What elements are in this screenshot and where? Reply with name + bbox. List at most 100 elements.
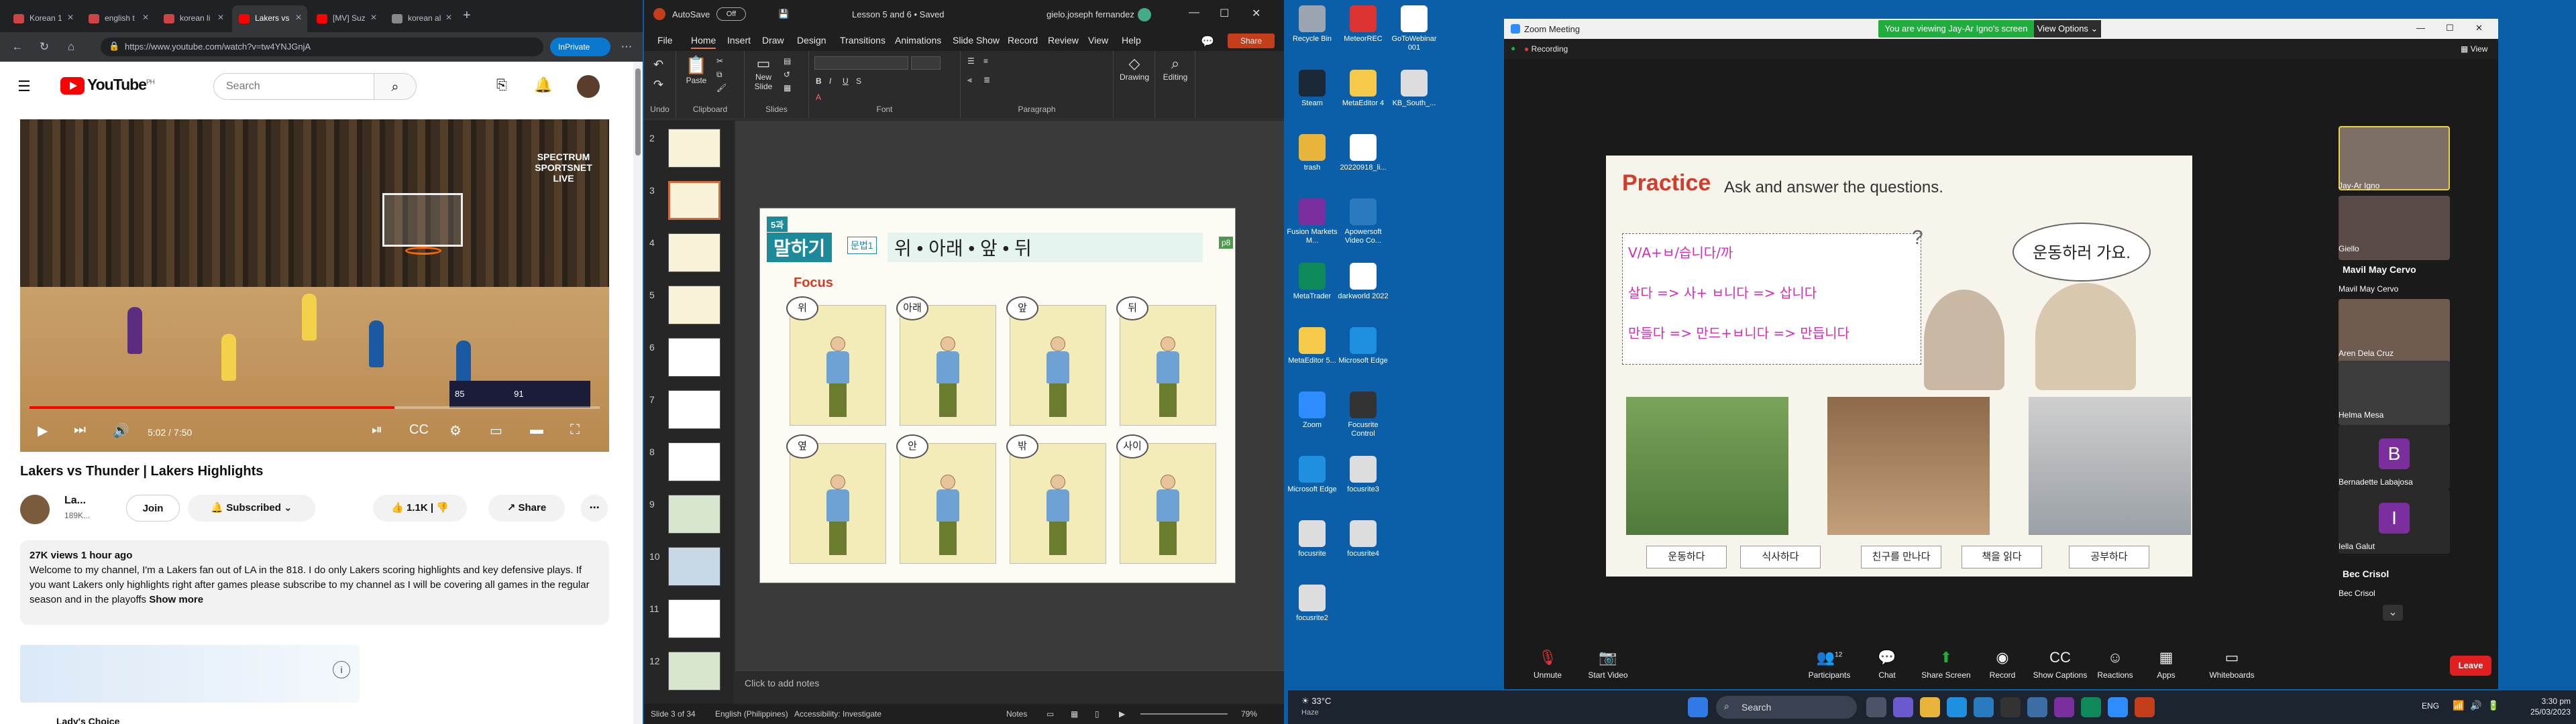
desktop-icon[interactable]: focusrite2 bbox=[1287, 585, 1338, 623]
desktop-icon[interactable]: Focusrite Control bbox=[1338, 391, 1389, 438]
italic-icon[interactable]: I bbox=[829, 76, 831, 86]
desktop-icon[interactable]: Microsoft Edge bbox=[1287, 456, 1338, 494]
desktop-icon[interactable]: KB_South_... bbox=[1389, 70, 1440, 108]
cut-icon[interactable]: ✂ bbox=[716, 56, 723, 66]
close-icon[interactable]: ✕ bbox=[370, 13, 377, 22]
desktop-icon[interactable]: darkworld 2022 bbox=[1338, 263, 1389, 301]
desktop-icon[interactable]: MetaEditor 5... bbox=[1287, 327, 1338, 365]
file-explorer-icon[interactable] bbox=[1920, 697, 1940, 717]
fullscreen-icon[interactable]: ⛶ bbox=[570, 422, 580, 438]
wifi-icon[interactable]: 📶 bbox=[2453, 700, 2464, 711]
taskbar-search[interactable]: ⌕ Search bbox=[1716, 696, 1857, 719]
minimize-icon[interactable]: — bbox=[1189, 7, 1199, 19]
video-player[interactable]: SPECTRUM SPORTSNET LIVE 85 91 ▶ ⏭ 🔊 5:02… bbox=[20, 119, 609, 452]
channel-avatar[interactable] bbox=[20, 495, 50, 524]
slide-thumbnail[interactable] bbox=[668, 547, 720, 586]
desktop-icon[interactable]: focusrite bbox=[1287, 520, 1338, 558]
scroll-down-chevron-icon[interactable]: ⌄ bbox=[2383, 605, 2403, 621]
font-color-icon[interactable]: A bbox=[816, 93, 821, 102]
like-button[interactable]: 👍 1.1K | 👎 bbox=[373, 495, 467, 522]
desktop-icon[interactable]: 20220918_li... bbox=[1338, 134, 1389, 172]
bullets-icon[interactable]: ☰ bbox=[967, 56, 975, 66]
align-left-icon[interactable]: ⫷ bbox=[967, 75, 972, 85]
desktop-icon[interactable]: GoToWebinar 001 bbox=[1389, 5, 1440, 52]
weather-widget[interactable]: ☀ 33°C Haze bbox=[1301, 696, 1331, 717]
scrollbar-thumb[interactable] bbox=[635, 68, 641, 156]
font-name-select[interactable] bbox=[814, 56, 908, 70]
tab-file[interactable]: File bbox=[657, 35, 673, 46]
recording-indicator[interactable]: ● Recording bbox=[1524, 44, 1568, 54]
video-progress-bar[interactable] bbox=[30, 406, 600, 409]
slide-thumbnail-selected[interactable] bbox=[668, 181, 720, 220]
mail-icon[interactable] bbox=[2027, 697, 2047, 717]
underline-icon[interactable]: U bbox=[843, 76, 849, 86]
tab-korean-li[interactable]: korean li ✕ bbox=[157, 5, 229, 32]
maximize-icon[interactable]: ☐ bbox=[1220, 7, 1229, 20]
slide-thumbnail[interactable] bbox=[668, 495, 720, 534]
next-icon[interactable]: ⏭ bbox=[74, 422, 86, 438]
desktop-icon[interactable]: Recycle Bin bbox=[1287, 5, 1338, 44]
layout-icon[interactable]: ▤ bbox=[784, 56, 791, 66]
autoplay-toggle-icon[interactable]: ⏯ bbox=[372, 422, 382, 438]
notes-toggle[interactable]: Notes bbox=[1006, 709, 1027, 719]
powerpoint-taskbar-icon[interactable] bbox=[2135, 697, 2155, 717]
tab-insert[interactable]: Insert bbox=[727, 35, 751, 46]
store-icon[interactable] bbox=[1974, 697, 1994, 717]
zoom-level[interactable]: 79% bbox=[1241, 709, 1257, 719]
desktop-icon[interactable]: trash bbox=[1287, 134, 1338, 172]
slideshow-view-icon[interactable]: ▶ bbox=[1119, 709, 1125, 719]
current-slide[interactable]: 5과 말하기 문법1 위 • 아래 • 앞 • 뒤 p8 Focus 위 아래 앞 뒤… bbox=[759, 208, 1236, 583]
new-tab-icon[interactable]: + bbox=[463, 8, 471, 23]
back-icon[interactable]: ← bbox=[9, 39, 25, 55]
tab-korean-1[interactable]: Korean 1 ✕ bbox=[7, 5, 79, 32]
desktop-icon[interactable]: focusrite3 bbox=[1338, 456, 1389, 494]
sorter-view-icon[interactable]: ▦ bbox=[1071, 709, 1078, 719]
show-more-link[interactable]: Show more bbox=[149, 594, 203, 605]
youtube-logo[interactable]: YouTubePH bbox=[60, 76, 155, 96]
play-icon[interactable]: ▶ bbox=[38, 422, 48, 439]
apps-button[interactable]: ▦ Apps bbox=[2129, 649, 2203, 680]
desktop-icon[interactable]: Microsoft Edge bbox=[1338, 327, 1389, 365]
slide-thumbnail[interactable] bbox=[668, 652, 720, 690]
doc-title[interactable]: Lesson 5 and 6 • Saved bbox=[852, 9, 945, 19]
desktop-icon[interactable]: MetaTrader bbox=[1287, 263, 1338, 301]
desktop-icon[interactable]: Steam bbox=[1287, 70, 1338, 108]
comments-icon[interactable]: 💬 bbox=[1201, 35, 1214, 48]
desktop-icon[interactable]: Fusion Markets M... bbox=[1287, 198, 1338, 245]
close-icon[interactable]: ✕ bbox=[67, 13, 74, 22]
battery-icon[interactable]: 🔋 bbox=[2487, 700, 2499, 711]
volume-icon[interactable]: 🔊 bbox=[113, 422, 129, 439]
tab-help[interactable]: Help bbox=[1122, 35, 1141, 46]
view-button[interactable]: ▦ View bbox=[2461, 44, 2487, 54]
ad-banner[interactable]: i bbox=[20, 645, 360, 703]
autosave-toggle[interactable]: Off bbox=[716, 7, 746, 21]
slide-thumbnail[interactable] bbox=[668, 390, 720, 429]
align-center-icon[interactable]: ≣ bbox=[983, 75, 990, 84]
slide-thumbnail[interactable] bbox=[668, 129, 720, 168]
user-avatar[interactable] bbox=[1138, 8, 1151, 21]
slide-thumbnail[interactable] bbox=[668, 233, 720, 272]
tab-english[interactable]: english t ✕ bbox=[82, 5, 154, 32]
desktop-icon[interactable]: Apowersoft Video Co... bbox=[1338, 198, 1389, 245]
tab-home[interactable]: Home bbox=[691, 35, 716, 49]
menu-icon[interactable]: ☰ bbox=[17, 78, 31, 95]
app-icon[interactable] bbox=[2054, 697, 2074, 717]
tab-lakers[interactable]: Lakers vs ✕ bbox=[232, 5, 307, 32]
desktop-icon[interactable]: MetaEditor 4 bbox=[1338, 70, 1389, 108]
subscribed-button[interactable]: 🔔 Subscribed ⌄ bbox=[188, 495, 315, 522]
edge-icon[interactable] bbox=[1947, 697, 1967, 717]
share-button[interactable]: ↗ Share bbox=[488, 495, 565, 522]
desktop-icon[interactable]: MeteorREC bbox=[1338, 5, 1389, 44]
refresh-icon[interactable]: ↻ bbox=[36, 39, 52, 55]
view-options-dropdown[interactable]: View Options ⌄ bbox=[2034, 20, 2101, 38]
video-description[interactable]: 27K views 1 hour ago Welcome to my chann… bbox=[20, 540, 609, 625]
normal-view-icon[interactable]: ▭ bbox=[1046, 709, 1054, 719]
more-actions-button[interactable]: ⋯ bbox=[581, 495, 608, 522]
new-slide-button[interactable]: ▭ New Slide bbox=[749, 55, 778, 91]
redo-icon[interactable]: ↷ bbox=[653, 78, 663, 92]
search-button[interactable]: ⌕ bbox=[374, 73, 417, 100]
strikethrough-icon[interactable]: S bbox=[856, 76, 861, 86]
tab-review[interactable]: Review bbox=[1048, 35, 1079, 46]
bold-icon[interactable]: B bbox=[816, 76, 822, 86]
channel-name[interactable]: La... bbox=[64, 495, 86, 507]
